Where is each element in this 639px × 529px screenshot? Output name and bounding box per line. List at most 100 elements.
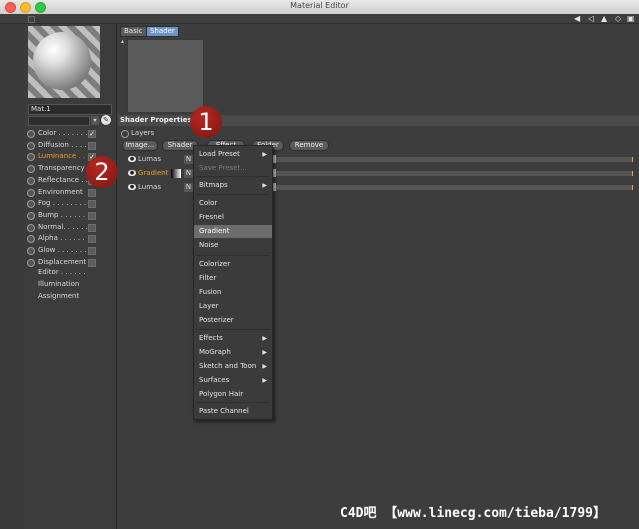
menu-separator [196, 176, 270, 177]
channel-radio-icon[interactable] [27, 235, 35, 244]
menu-item-label: Effects [199, 334, 223, 342]
up-arrow-icon[interactable]: ▲ [601, 14, 607, 23]
menu-item[interactable]: Filter [194, 272, 272, 285]
channel-radio-icon[interactable] [27, 211, 35, 220]
opacity-slider[interactable] [270, 185, 633, 190]
channel-editor[interactable]: Editor . . . . . . [38, 267, 85, 278]
layers-label: Layers [131, 129, 155, 137]
grip-icon[interactable] [28, 16, 35, 23]
channel-checkbox[interactable] [88, 211, 96, 220]
layer-name: Lumas [138, 183, 161, 191]
channel-checkbox[interactable]: ✓ [88, 130, 96, 138]
material-panel: Mat.1 ▾ ✎ Color . . . . . . . ✓ Diffusion … [24, 24, 117, 529]
blend-mode-dropdown[interactable]: N [184, 183, 193, 192]
channel-search-field[interactable] [28, 116, 90, 126]
slider-knob[interactable] [273, 155, 276, 163]
slider-knob[interactable] [273, 183, 276, 191]
submenu-arrow-icon: ▶ [262, 349, 267, 356]
layers-radio-icon[interactable] [121, 130, 129, 138]
preview-sphere [33, 32, 91, 90]
gradient-swatch [171, 169, 181, 178]
channel-radio-icon[interactable] [27, 141, 35, 150]
channel-radio-icon[interactable] [27, 165, 35, 174]
menu-item-label: Layer [199, 302, 219, 310]
visibility-icon[interactable]: ● [128, 156, 136, 162]
remove-button[interactable]: Remove [289, 140, 329, 151]
menu-item[interactable]: MoGraph ▶ [194, 346, 272, 359]
blend-mode-dropdown[interactable]: N [184, 169, 193, 178]
channel-checkbox[interactable] [88, 141, 96, 150]
watermark: C4D吧 【www.linecg.com/tieba/1799】 [340, 506, 606, 521]
shader-context-menu: Load Preset ▶ Save Preset... Bitmaps ▶ Color F… [193, 145, 273, 420]
channel-checkbox[interactable] [88, 200, 96, 209]
channel-item[interactable]: Environment [27, 187, 115, 198]
forward-arrow-icon[interactable]: ◁ [588, 14, 594, 23]
tab-basic[interactable]: Basic [120, 26, 147, 37]
channel-radio-icon[interactable] [27, 247, 35, 255]
menu-item: Save Preset... [194, 162, 272, 175]
channel-radio-icon[interactable] [27, 176, 35, 185]
dropdown-arrow-icon[interactable]: ▾ [91, 116, 99, 125]
channel-radio-icon[interactable] [27, 188, 35, 197]
blend-mode-dropdown[interactable]: N [184, 155, 193, 164]
material-preview[interactable] [28, 26, 100, 98]
menu-item-label: Load Preset [199, 150, 240, 158]
channel-radio-icon[interactable] [27, 153, 35, 162]
menu-item-label: MoGraph [199, 348, 231, 356]
visibility-icon[interactable]: ● [128, 170, 136, 176]
opacity-slider[interactable] [270, 157, 633, 162]
menu-item[interactable]: Surfaces ▶ [194, 374, 272, 387]
menu-item[interactable]: Load Preset ▶ [194, 148, 272, 161]
menu-item[interactable]: Noise [194, 239, 272, 252]
channel-item[interactable]: Normal. . . . . . [27, 222, 115, 233]
slider-knob[interactable] [273, 169, 276, 177]
menu-item[interactable]: Posterizer [194, 314, 272, 327]
menu-item[interactable]: Gradient [194, 225, 272, 238]
channel-checkbox[interactable] [88, 223, 96, 232]
layer-name: Lumas [138, 155, 161, 163]
channel-item[interactable]: Alpha . . . . . . [27, 233, 115, 244]
channel-illumination[interactable]: Illumination [38, 279, 79, 290]
channel-item[interactable]: Fog . . . . . . . . [27, 198, 115, 209]
channel-label: Reflectance . . . [38, 175, 93, 184]
menu-item[interactable]: Fusion [194, 286, 272, 299]
opacity-slider[interactable] [270, 171, 633, 176]
annotation-badge: 1 [190, 106, 222, 138]
menu-item-label: Filter [199, 274, 217, 282]
channel-item[interactable]: Diffusion . . . . [27, 140, 115, 151]
channel-item[interactable]: Bump . . . . . . . [27, 210, 115, 221]
channel-item[interactable]: Glow . . . . . . . [27, 245, 115, 256]
channel-checkbox[interactable] [88, 235, 96, 244]
image-button[interactable]: Image... [122, 140, 158, 151]
tab-shader[interactable]: Shader [146, 26, 179, 37]
material-name-field[interactable]: Mat.1 [28, 104, 112, 115]
channel-radio-icon[interactable] [27, 130, 35, 138]
channel-checkbox[interactable] [88, 258, 96, 267]
channel-checkbox[interactable] [88, 188, 96, 197]
expand-arrow-icon[interactable]: ▴ [121, 38, 124, 45]
channel-radio-icon[interactable] [27, 223, 35, 232]
menu-item[interactable]: Effects ▶ [194, 332, 272, 345]
menu-item[interactable]: Bitmaps ▶ [194, 179, 272, 192]
menu-item[interactable]: Fresnel [194, 211, 272, 224]
menu-item[interactable]: Sketch and Toon ▶ [194, 360, 272, 373]
lock-icon[interactable]: ◇ [615, 14, 621, 23]
menu-item[interactable]: Colorizer [194, 258, 272, 271]
shader-preview [127, 39, 204, 113]
channel-radio-icon[interactable] [27, 258, 35, 267]
channel-radio-icon[interactable] [27, 200, 35, 209]
menu-item[interactable]: Layer [194, 300, 272, 313]
menu-item[interactable]: Color [194, 197, 272, 210]
channel-assignment[interactable]: Assignment [38, 291, 79, 302]
visibility-icon[interactable]: ● [128, 184, 136, 190]
channel-label: Fog . . . . . . . . [38, 199, 87, 208]
channel-checkbox[interactable] [88, 247, 96, 255]
back-arrow-icon[interactable]: ◀ [574, 14, 580, 23]
menu-item[interactable]: Paste Channel [194, 405, 272, 418]
annotation-badge: 2 [86, 156, 118, 188]
submenu-arrow-icon: ▶ [262, 377, 267, 384]
menu-item[interactable]: Polygon Hair [194, 388, 272, 401]
channel-item[interactable]: Color . . . . . . . ✓ [27, 128, 115, 139]
new-window-icon[interactable]: ▣ [627, 14, 635, 23]
picker-icon[interactable]: ✎ [101, 115, 111, 125]
